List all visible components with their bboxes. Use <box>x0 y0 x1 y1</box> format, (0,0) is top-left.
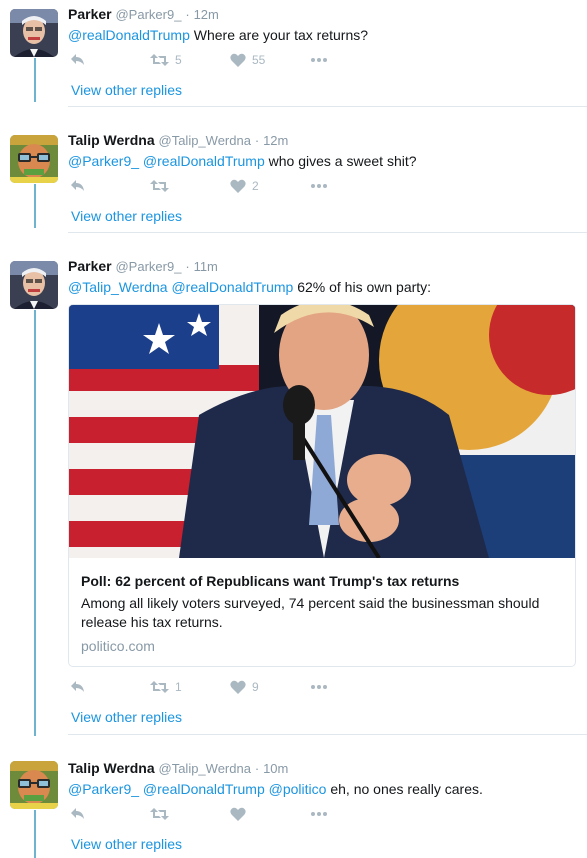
heart-icon <box>230 680 246 694</box>
more-button[interactable] <box>310 55 328 65</box>
user-avatar[interactable] <box>10 135 58 183</box>
like-count: 9 <box>252 680 259 694</box>
mention-link[interactable]: @realDonaldTrump <box>68 27 190 43</box>
separator-dot: · <box>254 133 260 148</box>
like-count: 2 <box>252 179 259 193</box>
tweet-text: @Parker9_ @realDonaldTrump who gives a s… <box>68 152 577 171</box>
user-avatar[interactable] <box>10 261 58 309</box>
view-other-replies-link[interactable]: View other replies <box>71 208 182 224</box>
retweet-icon <box>150 54 169 66</box>
card-domain: politico.com <box>81 638 155 654</box>
separator-dot: · <box>254 761 260 776</box>
more-button[interactable] <box>310 809 328 819</box>
reply-icon <box>71 54 84 65</box>
user-name[interactable]: Parker <box>68 258 112 274</box>
tweet: Talip Werdna @Talip_Werdna · 12m @Parker… <box>0 126 587 234</box>
reply-button[interactable] <box>70 179 86 193</box>
retweet-button[interactable]: 5 <box>150 53 182 67</box>
card-image <box>69 305 575 558</box>
divider <box>68 734 587 735</box>
more-button[interactable] <box>310 682 328 692</box>
retweet-count: 1 <box>175 680 182 694</box>
separator-dot: · <box>185 7 190 22</box>
more-dots-icon <box>311 184 327 188</box>
user-handle[interactable]: @Parker9_ <box>115 259 181 274</box>
reply-button[interactable] <box>70 807 86 821</box>
reply-button[interactable] <box>70 680 86 694</box>
retweet-button[interactable] <box>150 179 175 193</box>
heart-icon <box>230 807 246 821</box>
tweet-time[interactable]: 12m <box>263 133 288 148</box>
user-name[interactable]: Talip Werdna <box>68 132 155 148</box>
mention-link[interactable]: @Parker9_ @realDonaldTrump @politico <box>68 781 326 797</box>
view-other-replies-link[interactable]: View other replies <box>71 709 182 725</box>
retweet-icon <box>150 681 169 693</box>
user-name[interactable]: Talip Werdna <box>68 760 155 776</box>
more-button[interactable] <box>310 181 328 191</box>
tweet-text: @Talip_Werdna @realDonaldTrump 62% of hi… <box>68 278 577 297</box>
tweet-time[interactable]: 11m <box>194 259 218 274</box>
like-button[interactable] <box>230 807 252 821</box>
like-button[interactable]: 55 <box>230 53 265 67</box>
user-avatar[interactable] <box>10 9 58 57</box>
tweet-header: Parker @Parker9_ · 11m <box>68 257 577 276</box>
reply-button[interactable] <box>70 53 86 67</box>
tweet-body: 62% of his own party: <box>293 279 432 295</box>
user-name[interactable]: Parker <box>68 6 112 22</box>
tweet-time[interactable]: 12m <box>194 7 219 22</box>
like-count: 55 <box>252 53 266 67</box>
mention-link[interactable]: @Talip_Werdna @realDonaldTrump <box>68 279 293 295</box>
heart-icon <box>230 53 246 67</box>
reply-icon <box>71 808 84 819</box>
bernie-avatar-icon <box>10 9 58 57</box>
user-handle[interactable]: @Talip_Werdna <box>159 133 251 148</box>
speaker-photo-icon <box>69 305 575 558</box>
tweet-body: eh, no ones really cares. <box>326 781 483 797</box>
retweet-button[interactable] <box>150 807 175 821</box>
tweet-body: Where are your tax returns? <box>189 27 369 43</box>
tweet-header: Talip Werdna @Talip_Werdna · 12m <box>68 131 577 150</box>
separator-dot: · <box>185 259 190 274</box>
tweet: Parker @Parker9_ · 11m @Talip_Werdna @re… <box>0 252 587 736</box>
divider <box>68 106 587 107</box>
reply-icon <box>71 681 84 692</box>
retweet-icon <box>150 180 169 192</box>
user-avatar[interactable] <box>10 761 58 809</box>
view-other-replies-link[interactable]: View other replies <box>71 82 182 98</box>
retweet-count: 5 <box>175 53 182 67</box>
tweet-header: Parker @Parker9_ · 12m <box>68 5 577 24</box>
tweet-text: @Parker9_ @realDonaldTrump @politico eh,… <box>68 780 577 799</box>
card-description-line: Among all likely voters surveyed, 74 per… <box>81 595 540 611</box>
tweet: Parker @Parker9_ · 12m @realDonaldTrump … <box>0 0 587 108</box>
more-dots-icon <box>311 812 327 816</box>
tweet: Talip Werdna @Talip_Werdna · 10m @Parker… <box>0 752 587 858</box>
tweet-time[interactable]: 10m <box>263 761 288 776</box>
more-dots-icon <box>311 58 327 62</box>
heart-icon <box>230 179 246 193</box>
card-description: Among all likely voters surveyed, 74 per… <box>81 594 563 632</box>
user-handle[interactable]: @Talip_Werdna <box>159 761 251 776</box>
bernie-avatar-icon <box>10 261 58 309</box>
mention-link[interactable]: @Parker9_ @realDonaldTrump <box>68 153 265 169</box>
tweet-header: Talip Werdna @Talip_Werdna · 10m <box>68 759 577 778</box>
more-dots-icon <box>311 685 327 689</box>
like-button[interactable]: 9 <box>230 680 259 694</box>
like-button[interactable]: 2 <box>230 179 259 193</box>
glasses-face-avatar-icon <box>10 761 58 809</box>
card-description-line: release his tax returns. <box>81 614 223 630</box>
reply-icon <box>71 180 84 191</box>
retweet-button[interactable]: 1 <box>150 680 182 694</box>
link-card[interactable]: Poll: 62 percent of Republicans want Tru… <box>68 304 576 667</box>
tweet-text: @realDonaldTrump Where are your tax retu… <box>68 26 577 45</box>
tweet-body: who gives a sweet shit? <box>264 153 417 169</box>
glasses-face-avatar-icon <box>10 135 58 183</box>
retweet-icon <box>150 808 169 820</box>
user-handle[interactable]: @Parker9_ <box>115 7 181 22</box>
card-title: Poll: 62 percent of Republicans want Tru… <box>81 573 460 589</box>
view-other-replies-link[interactable]: View other replies <box>71 836 182 852</box>
divider <box>68 232 587 233</box>
